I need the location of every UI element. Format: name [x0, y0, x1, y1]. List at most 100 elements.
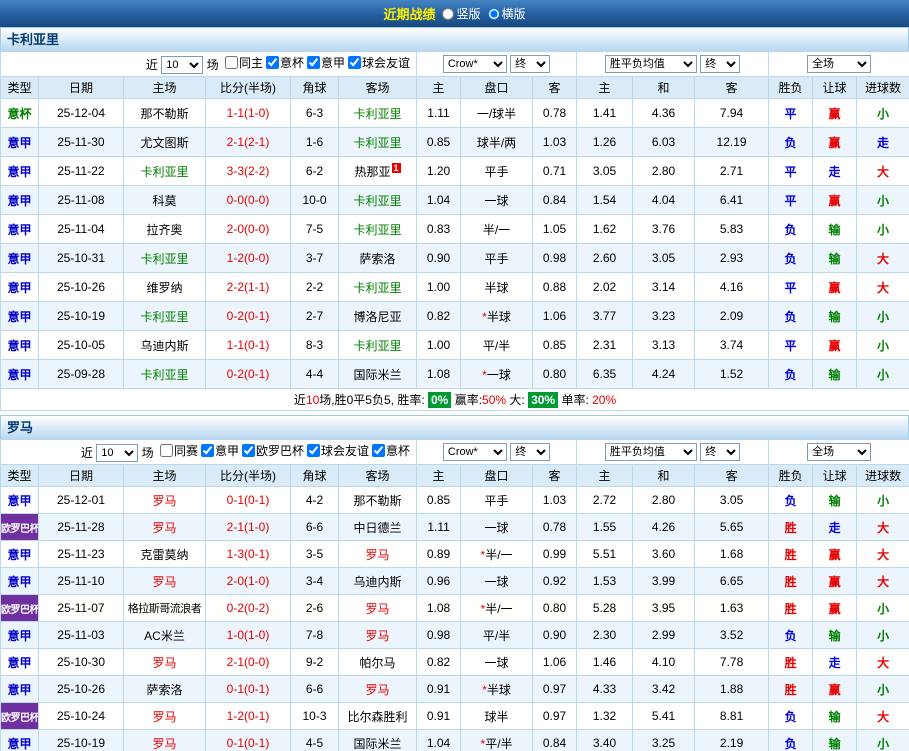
- match-row: 欧罗巴杯 25-11-07 格拉斯哥流浪者 0-2(0-2) 2-6 罗马 1.08 *半/一…: [0, 594, 909, 622]
- filter-checkbox-2[interactable]: 欧罗巴杯: [242, 442, 304, 459]
- layout-option-horizontal[interactable]: 横版: [487, 5, 526, 22]
- result-cell: 负: [768, 621, 814, 649]
- avg-home-cell: 1.55: [576, 513, 634, 541]
- recent-results-page: 近期战绩 竖版 横版 卡利亚里 近 10 场 同主 意杯 意甲 球会友谊 Cro…: [0, 0, 909, 751]
- avg-odds-controls: 胜平负均值 终: [576, 51, 770, 77]
- match-rows: 意甲 25-12-01 罗马 0-1(0-1) 4-2 那不勒斯 0.85 平手 1.03 2.7…: [0, 486, 909, 751]
- recent-count-select[interactable]: 10: [96, 444, 139, 463]
- filter-checkbox-0[interactable]: 同主: [224, 54, 263, 71]
- col-avg-away: 客: [694, 464, 770, 487]
- away-team-cell: 罗马: [337, 675, 418, 703]
- score-cell: 2-1(2-1): [205, 127, 291, 157]
- odds-company-select[interactable]: Crow*: [442, 55, 507, 73]
- horizontal-layout-radio[interactable]: [487, 7, 500, 20]
- home-team-cell: 尤文图斯: [123, 127, 206, 157]
- checkbox[interactable]: [372, 443, 386, 457]
- league-type-cell: 欧罗巴杯: [0, 513, 39, 541]
- filter-checkbox-1[interactable]: 意甲: [200, 442, 239, 459]
- home-odds-cell: 1.11: [416, 98, 461, 128]
- filter-checkbox-4[interactable]: 意杯: [372, 442, 410, 459]
- avg-away-cell: 6.41: [694, 185, 770, 215]
- date-cell: 25-11-08: [38, 185, 124, 215]
- scope-select[interactable]: 全场: [807, 55, 872, 73]
- avg-away-cell: 1.68: [694, 540, 770, 568]
- avg-home-cell: 1.54: [576, 185, 634, 215]
- corner-cell: 2-6: [290, 594, 339, 622]
- corner-cell: 6-2: [290, 156, 339, 186]
- recent-count-select[interactable]: 10: [161, 56, 204, 75]
- league-type-cell: 意甲: [0, 214, 39, 244]
- away-team-cell: 乌迪内斯: [337, 567, 418, 595]
- checkbox[interactable]: [306, 55, 320, 69]
- filter-checkbox-1[interactable]: 意杯: [265, 54, 304, 71]
- vertical-layout-radio[interactable]: [442, 7, 455, 20]
- odds-company-select[interactable]: Crow*: [442, 443, 507, 461]
- checkbox[interactable]: [200, 443, 214, 457]
- col-handicap: 盘口: [460, 464, 534, 487]
- avg-home-cell: 2.72: [576, 486, 634, 514]
- checkbox[interactable]: [224, 55, 238, 69]
- checkbox[interactable]: [265, 55, 279, 69]
- avg-draw-cell: 3.42: [632, 675, 696, 703]
- avg-draw-cell: 3.25: [632, 729, 696, 751]
- scope-controls: 全场: [768, 439, 909, 465]
- avg-draw-cell: 4.10: [632, 648, 696, 676]
- match-row: 欧罗巴杯 25-10-24 罗马 1-2(0-1) 10-3 比尔森胜利 0.91 球半 0.9…: [0, 702, 909, 730]
- avg-away-cell: 12.19: [694, 127, 770, 157]
- home-team-cell: 卡利亚里: [123, 243, 206, 273]
- handicap-result-cell: 输: [812, 621, 858, 649]
- profit-rate-label: 赢率:: [454, 393, 483, 407]
- result-cell: 负: [768, 729, 814, 751]
- avg-draw-cell: 2.99: [632, 621, 696, 649]
- col-home: 主场: [123, 76, 206, 99]
- filter-checkbox-3[interactable]: 球会友谊: [307, 442, 369, 459]
- league-type-cell: 意甲: [0, 675, 39, 703]
- score-cell: 0-1(0-1): [205, 486, 291, 514]
- checkbox[interactable]: [159, 443, 173, 457]
- avg-home-cell: 1.53: [576, 567, 634, 595]
- home-odds-cell: 0.91: [416, 675, 462, 703]
- avg-away-cell: 2.19: [694, 729, 770, 751]
- filter-checkbox-3[interactable]: 球会友谊: [347, 54, 410, 71]
- avg-home-cell: 4.33: [576, 675, 634, 703]
- match-row: 意甲 25-10-26 萨索洛 0-1(0-1) 6-6 罗马 0.91 *半球 0.97 4.3…: [0, 675, 909, 703]
- checkbox[interactable]: [347, 55, 361, 69]
- avg-draw-cell: 2.80: [632, 156, 696, 186]
- avg-odds-select[interactable]: 胜平负均值: [604, 55, 697, 73]
- result-cell: 胜: [768, 594, 814, 622]
- scope-select[interactable]: 全场: [807, 443, 872, 461]
- match-row: 意甲 25-10-30 罗马 2-1(0-0) 9-2 帕尔马 0.82 一球 1.06 1.46…: [0, 648, 909, 676]
- match-row: 意甲 25-11-03 AC米兰 1-0(1-0) 7-8 罗马 0.98 平/半 0.90 2.…: [0, 621, 909, 649]
- away-odds-cell: 1.03: [532, 486, 578, 514]
- col-result: 胜负: [768, 464, 814, 487]
- home-team-cell: AC米兰: [123, 621, 206, 649]
- odds-state-select[interactable]: 终: [510, 443, 551, 461]
- handicap-result-cell: 赢: [812, 127, 858, 157]
- odds-state-select[interactable]: 终: [510, 55, 551, 73]
- result-cell: 负: [768, 243, 814, 273]
- home-team-cell: 科莫: [123, 185, 206, 215]
- avg-home-cell: 1.46: [576, 648, 634, 676]
- away-team-cell: 比尔森胜利: [337, 702, 418, 730]
- filter-checkbox-0[interactable]: 同赛: [159, 442, 198, 459]
- result-cell: 负: [768, 359, 814, 389]
- avg-home-cell: 5.28: [576, 594, 634, 622]
- checkbox-label: 同主: [238, 55, 263, 70]
- avg-odds-select[interactable]: 胜平负均值: [604, 443, 697, 461]
- avg-home-cell: 1.62: [576, 214, 634, 244]
- league-type-cell: 意甲: [0, 185, 39, 215]
- home-team-cell: 罗马: [123, 513, 206, 541]
- checkbox[interactable]: [307, 443, 321, 457]
- team-rank-badge: 1: [391, 162, 401, 173]
- away-odds-cell: 0.78: [532, 513, 578, 541]
- col-result: 胜负: [768, 76, 814, 99]
- avg-state-select[interactable]: 终: [700, 443, 741, 461]
- filter-checkbox-2[interactable]: 意甲: [306, 54, 345, 71]
- checkbox[interactable]: [242, 443, 255, 457]
- scope-controls: 全场: [768, 51, 909, 77]
- layout-option-vertical[interactable]: 竖版: [442, 5, 481, 22]
- score-cell: 2-2(1-1): [205, 272, 291, 302]
- away-team-cell: 卡利亚里: [338, 214, 417, 244]
- avg-state-select[interactable]: 终: [700, 55, 741, 73]
- corner-cell: 4-5: [290, 729, 339, 751]
